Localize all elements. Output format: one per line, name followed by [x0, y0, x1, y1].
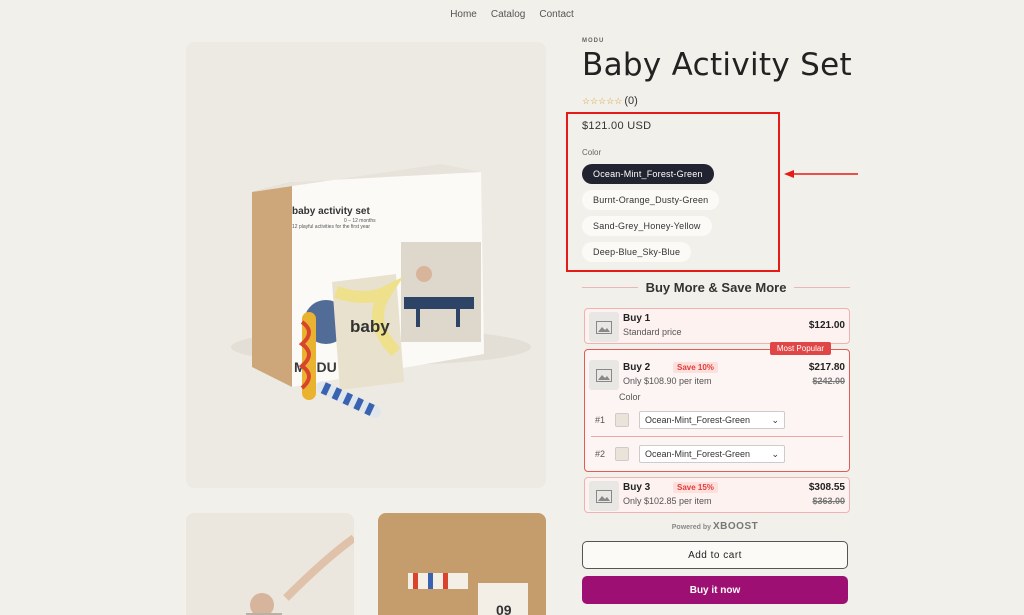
top-nav: Home Catalog Contact	[0, 9, 1024, 20]
offer-title: Buy 1	[623, 313, 651, 324]
annotation-arrow-icon	[784, 170, 858, 178]
bundle-color-label: Color	[619, 392, 641, 402]
offer-subtitle: Standard price	[623, 327, 682, 337]
offer-subtitle: Only $108.90 per item	[623, 376, 712, 386]
nav-contact[interactable]: Contact	[539, 9, 573, 20]
image-placeholder-icon	[589, 481, 619, 511]
star-rating-icon: ☆☆☆☆☆	[582, 95, 623, 106]
product-thumbnail-2[interactable]: 09	[378, 513, 546, 615]
powered-by-label: Powered by	[671, 524, 712, 531]
variant-select-2[interactable]: Ocean-Mint_Forest-Green ⌄	[639, 445, 786, 463]
product-thumbnail-1[interactable]	[186, 513, 354, 615]
product-title: Baby Activity Set	[582, 47, 852, 83]
buy-now-button[interactable]: Buy it now	[582, 576, 848, 604]
image-placeholder-icon	[589, 360, 619, 390]
offer-original-price: $363.00	[812, 496, 845, 506]
variant-select-1[interactable]: Ocean-Mint_Forest-Green ⌄	[639, 411, 786, 429]
offer-price: $121.00	[808, 320, 845, 331]
bundle-header: Buy More & Save More	[582, 280, 850, 295]
bundle-title: Buy More & Save More	[645, 280, 787, 295]
product-rating[interactable]: ☆☆☆☆☆ (0)	[582, 95, 638, 107]
variant-thumbnail	[615, 447, 630, 461]
variant-thumbnail	[615, 413, 630, 427]
divider	[582, 287, 638, 288]
offer-original-price: $242.00	[812, 376, 845, 386]
divider	[794, 287, 850, 288]
product-main-image[interactable]: baby activity set 12 playful activities …	[186, 42, 546, 488]
powered-by: Powered by XBOOST	[582, 521, 848, 532]
annotation-highlight-box	[566, 112, 780, 272]
offer-price: $308.55	[808, 482, 845, 493]
product-vendor: MODU	[582, 38, 605, 44]
bundle-variant-row-2: #2 Ocean-Mint_Forest-Green ⌄	[595, 445, 786, 463]
box-title: baby activity set	[292, 206, 370, 217]
nav-catalog[interactable]: Catalog	[491, 9, 525, 20]
chevron-down-icon: ⌄	[771, 414, 780, 425]
nav-home[interactable]: Home	[450, 9, 477, 20]
save-badge: Save 10%	[673, 362, 718, 373]
bundle-offer-buy-2[interactable]: Most Popular Buy 2 Save 10% Only $108.90…	[584, 342, 850, 472]
variant-select-value: Ocean-Mint_Forest-Green	[645, 449, 751, 459]
box-subtitle: 12 playful activities for the first year	[292, 224, 370, 230]
save-badge: Save 15%	[673, 482, 718, 493]
box-age: 0 – 12 months	[344, 218, 376, 224]
variant-number: #1	[595, 415, 606, 425]
offer-price: $217.80	[808, 362, 845, 373]
add-to-cart-button[interactable]: Add to cart	[582, 541, 848, 569]
divider	[591, 436, 843, 437]
xboost-logo: XBOOST	[713, 521, 759, 532]
offer-title: Buy 2	[623, 362, 651, 373]
bundle-variant-row-1: #1 Ocean-Mint_Forest-Green ⌄	[595, 411, 786, 429]
most-popular-badge: Most Popular	[769, 342, 831, 355]
offer-subtitle: Only $102.85 per item	[623, 496, 712, 506]
book-title: baby	[350, 317, 390, 336]
chevron-down-icon: ⌄	[771, 448, 780, 459]
variant-select-value: Ocean-Mint_Forest-Green	[645, 415, 751, 425]
offer-title: Buy 3	[623, 482, 651, 493]
review-count: (0)	[624, 95, 638, 107]
svg-text:09: 09	[496, 602, 512, 615]
variant-number: #2	[595, 449, 606, 459]
bundle-offer-buy-3[interactable]: Buy 3 Save 15% Only $102.85 per item $30…	[584, 477, 850, 513]
bundle-offer-buy-1[interactable]: Buy 1 Standard price $121.00	[584, 308, 850, 344]
image-placeholder-icon	[589, 312, 619, 342]
